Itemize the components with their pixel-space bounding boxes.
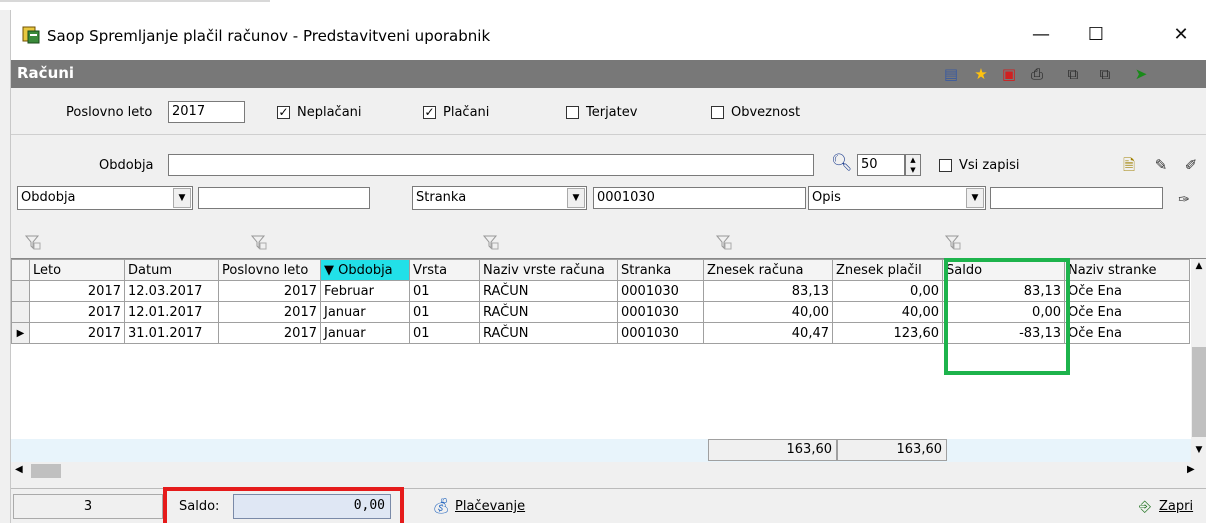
col-header-poslovno-leto[interactable]: Poslovno leto bbox=[218, 259, 321, 281]
maximize-button[interactable]: ☐ bbox=[1076, 20, 1116, 50]
horizontal-scrollbar[interactable]: ◀ ▶ bbox=[11, 462, 1206, 480]
scrollbar-thumb[interactable] bbox=[1192, 347, 1206, 437]
obdobja-label: Obdobja bbox=[99, 158, 154, 173]
status-bar: 3 Saldo: 0,00 💰︎ Plačevanje ⎆ Zapri bbox=[11, 488, 1206, 523]
table-header-row: Leto Datum Poslovno leto ▼ Obdobja Vrsta… bbox=[11, 259, 1190, 281]
placani-checkbox[interactable]: ✓ bbox=[423, 106, 436, 119]
table-row[interactable]: 2017 12.01.2017 2017 Januar 01 RAČUN 000… bbox=[11, 301, 1190, 323]
filter-icon[interactable] bbox=[483, 234, 499, 250]
panel-title: Računi bbox=[17, 64, 75, 82]
saldo-label: Saldo: bbox=[179, 499, 220, 514]
saldo-summary: Saldo: 0,00 bbox=[171, 494, 391, 519]
exit-icon[interactable]: ➤ bbox=[1131, 64, 1151, 84]
filter-combo-1[interactable]: Obdobja ▼ bbox=[17, 186, 193, 210]
col-header-znesek-placil[interactable]: Znesek plačil bbox=[832, 259, 943, 281]
clear-filter-icon[interactable]: ✑ bbox=[1174, 190, 1194, 210]
chevron-down-icon[interactable]: ▼ bbox=[173, 188, 191, 208]
invoices-table: Leto Datum Poslovno leto ▼ Obdobja Vrsta… bbox=[11, 259, 1190, 344]
col-header-vrsta[interactable]: Vrsta bbox=[409, 259, 480, 281]
placani-label: Plačani bbox=[443, 105, 490, 120]
panel-header: Računi ▤ ★ ▣ ⎙ ⧉ ⧉ ➤ bbox=[11, 60, 1206, 88]
title-bar: Saop Spremljanje plačil računov - Predst… bbox=[11, 10, 1206, 60]
col-header-saldo[interactable]: Saldo bbox=[942, 259, 1065, 281]
separator bbox=[11, 134, 1206, 135]
chevron-down-icon[interactable]: ▼ bbox=[567, 188, 585, 208]
vsi-zapisi-label: Vsi zapisi bbox=[959, 158, 1020, 173]
scroll-right-icon[interactable]: ▶ bbox=[1187, 464, 1195, 475]
col-header-naziv-stranke[interactable]: Naziv stranke bbox=[1064, 259, 1190, 281]
app-icon bbox=[22, 26, 40, 44]
chevron-down-icon[interactable]: ▼ bbox=[966, 188, 984, 208]
money-bag-icon[interactable]: 💰︎ bbox=[431, 496, 451, 516]
filter-icon[interactable] bbox=[25, 234, 41, 250]
zapri-button[interactable]: Zapri bbox=[1159, 499, 1193, 514]
records-spinner[interactable]: ▲ ▼ bbox=[905, 154, 921, 176]
scroll-left-icon[interactable]: ◀ bbox=[15, 464, 23, 475]
total-znesek-placil: 163,60 bbox=[837, 439, 947, 461]
records-count-input[interactable]: 50 bbox=[857, 154, 905, 176]
filter-icon[interactable] bbox=[716, 234, 732, 250]
app-window: Saop Spremljanje plačil računov - Predst… bbox=[10, 10, 1206, 523]
paste-icon[interactable]: ⧉ bbox=[1095, 64, 1115, 84]
new-document-icon[interactable]: 🗎 bbox=[1119, 155, 1139, 175]
col-header-obdobja[interactable]: ▼ Obdobja bbox=[320, 259, 410, 281]
obveznost-checkbox[interactable] bbox=[711, 106, 724, 119]
scroll-down-icon[interactable]: ▼ bbox=[1191, 445, 1206, 455]
vsi-zapisi-checkbox[interactable] bbox=[939, 159, 952, 172]
columns-icon[interactable]: ▤ bbox=[941, 64, 961, 84]
background-strip bbox=[0, 0, 1206, 10]
col-header-stranka[interactable]: Stranka bbox=[617, 259, 704, 281]
col-header-datum[interactable]: Datum bbox=[124, 259, 219, 281]
neplacani-checkbox[interactable]: ✓ bbox=[277, 106, 290, 119]
vertical-scrollbar[interactable]: ▲ ▼ bbox=[1191, 259, 1206, 463]
search-icon[interactable]: 🔍︎ bbox=[831, 153, 853, 173]
star-icon[interactable]: ★ bbox=[971, 64, 991, 84]
filter-value-3[interactable] bbox=[990, 187, 1163, 209]
print-icon[interactable]: ⎙ bbox=[1027, 64, 1047, 84]
edit-icon[interactable]: ✎ bbox=[1151, 155, 1171, 175]
saldo-value: 0,00 bbox=[233, 494, 391, 519]
terjatev-label: Terjatev bbox=[586, 105, 638, 120]
scroll-up-icon[interactable]: ▲ bbox=[1191, 261, 1206, 271]
current-row-marker: ▶ bbox=[11, 322, 30, 344]
table-row[interactable]: ▶ 2017 31.01.2017 2017 Januar 01 RAČUN 0… bbox=[11, 322, 1190, 344]
window-title: Saop Spremljanje plačil računov - Predst… bbox=[47, 27, 491, 45]
obdobja-input[interactable] bbox=[168, 154, 814, 176]
door-exit-icon[interactable]: ⎆ bbox=[1135, 496, 1155, 516]
neplacani-label: Neplačani bbox=[297, 105, 362, 120]
filter-icon[interactable] bbox=[251, 234, 267, 250]
close-button[interactable]: ✕ bbox=[1161, 20, 1201, 50]
totals-row bbox=[11, 439, 1191, 463]
filter-combo-2[interactable]: Stranka ▼ bbox=[412, 186, 587, 210]
edit-list-icon[interactable]: ✐ bbox=[1181, 155, 1201, 175]
table-row[interactable]: 2017 12.03.2017 2017 Februar 01 RAČUN 00… bbox=[11, 280, 1190, 302]
minimize-button[interactable]: — bbox=[1021, 20, 1061, 50]
filter-value-2[interactable]: 0001030 bbox=[593, 187, 806, 209]
col-header-leto[interactable]: Leto bbox=[29, 259, 125, 281]
total-znesek-racuna: 163,60 bbox=[708, 439, 837, 461]
invoices-grid: Leto Datum Poslovno leto ▼ Obdobja Vrsta… bbox=[11, 258, 1206, 463]
pdf-icon[interactable]: ▣ bbox=[999, 64, 1019, 84]
poslovno-leto-input[interactable]: 2017 bbox=[168, 101, 245, 123]
copy-icon[interactable]: ⧉ bbox=[1063, 64, 1083, 84]
filter-value-1[interactable] bbox=[198, 187, 370, 209]
col-header-naziv-vrste[interactable]: Naziv vrste računa bbox=[479, 259, 618, 281]
obveznost-label: Obveznost bbox=[731, 105, 801, 120]
placevanje-button[interactable]: Plačevanje bbox=[455, 499, 525, 514]
filter-combo-3[interactable]: Opis ▼ bbox=[808, 186, 986, 210]
record-count: 3 bbox=[13, 494, 163, 519]
terjatev-checkbox[interactable] bbox=[566, 106, 579, 119]
filter-icon[interactable] bbox=[945, 234, 961, 250]
scrollbar-thumb[interactable] bbox=[31, 464, 61, 478]
poslovno-leto-label: Poslovno leto bbox=[66, 105, 153, 120]
col-header-znesek-racuna[interactable]: Znesek računa bbox=[703, 259, 833, 281]
